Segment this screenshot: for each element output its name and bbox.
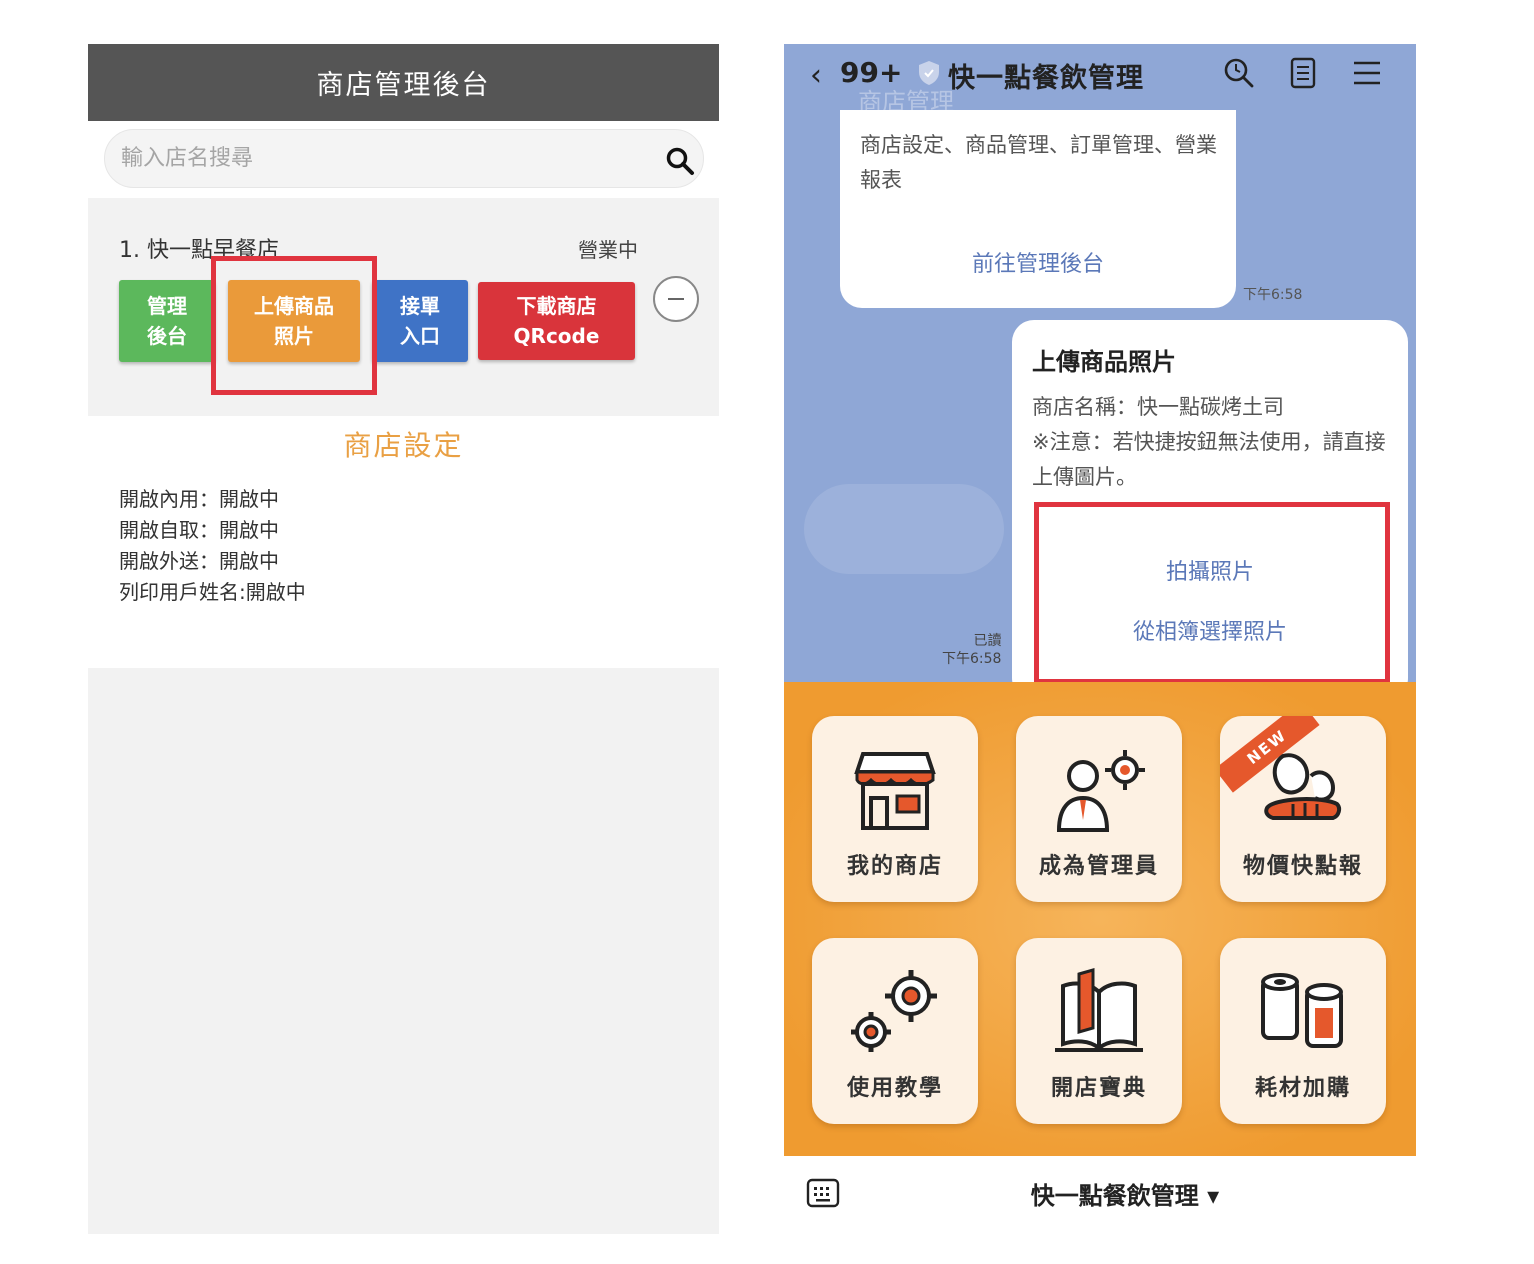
- gears-icon: [851, 970, 937, 1052]
- setting-item: 列印用戶姓名:開啟中: [119, 580, 306, 604]
- setting-item: 開啟自取：開啟中: [119, 518, 279, 542]
- read-receipt: 已讀 下午6:58: [942, 632, 1001, 668]
- search-icon[interactable]: [665, 146, 695, 176]
- admin-button-line2: 後台: [147, 324, 187, 348]
- message-time: 下午6:58: [942, 651, 1002, 667]
- highlight-box-upload: [211, 256, 377, 395]
- tile-store-guide[interactable]: 開店寶典: [1016, 938, 1182, 1124]
- search-input[interactable]: [121, 146, 641, 171]
- page-title: 商店管理後台: [88, 44, 719, 121]
- message-body: 商店名稱：快一點碳烤土司 ※注意：若快捷按鈕無法使用，請直接上傳圖片。: [1032, 390, 1394, 495]
- tile-my-store[interactable]: 我的商店: [812, 716, 978, 902]
- setting-item: 開啟外送：開啟中: [119, 549, 279, 573]
- download-qrcode-button[interactable]: 下載商店 QRcode: [478, 282, 635, 360]
- search-box: [104, 129, 704, 188]
- highlight-box-photo-actions: [1034, 502, 1390, 684]
- vegetables-icon: [1264, 753, 1342, 820]
- tile-label: 耗材加購: [1254, 1076, 1351, 1101]
- line-chat-screen: 商店管理 ‹ 99+ 快一點餐飲管理 商店設定、商品管理、訂單管理、營業報表 前…: [784, 44, 1416, 1234]
- verified-shield-icon: [919, 61, 939, 85]
- store-status: 營業中: [578, 238, 638, 262]
- setting-item: 開啟內用：開啟中: [119, 487, 279, 511]
- store-icon: [854, 752, 936, 830]
- notes-icon[interactable]: [1286, 56, 1320, 90]
- admin-button-line1: 管理: [147, 294, 187, 318]
- paper-rolls-icon: [1261, 973, 1343, 1048]
- settings-title: 商店設定: [343, 429, 464, 462]
- message-bubble-admin: 商店設定、商品管理、訂單管理、營業報表 前往管理後台: [840, 110, 1236, 308]
- tile-supplies[interactable]: 耗材加購: [1220, 938, 1386, 1124]
- search-icon[interactable]: [1222, 56, 1256, 90]
- qr-button-line2: QRcode: [513, 324, 600, 348]
- back-chevron-icon[interactable]: ‹: [810, 58, 822, 93]
- tile-label: 我的商店: [846, 854, 943, 879]
- settings-list: 開啟內用：開啟中 開啟自取：開啟中 開啟外送：開啟中 列印用戶姓名:開啟中: [119, 484, 306, 608]
- order-entry-button[interactable]: 接單 入口: [372, 280, 468, 362]
- notice-line: ※注意：若快捷按鈕無法使用，請直接上傳圖片。: [1032, 430, 1386, 489]
- store-admin-panel: 商店管理後台 1. 快一點早餐店 營業中 管理 後台 上傳商品 照片 接單 入口…: [88, 44, 719, 1234]
- qr-button-line1: 下載商店: [516, 294, 597, 318]
- chat-topbar: ‹ 99+ 快一點餐飲管理: [784, 44, 1416, 102]
- order-button-line1: 接單: [400, 294, 440, 318]
- store-name-line: 商店名稱：快一點碳烤土司: [1032, 395, 1284, 419]
- rich-menu-toggle[interactable]: 快一點餐飲管理 ▾: [784, 1176, 1416, 1211]
- read-label: 已讀: [973, 633, 1002, 649]
- tile-price-report[interactable]: NEW 物價快點報: [1220, 716, 1386, 902]
- tile-label: 使用教學: [846, 1076, 943, 1101]
- admin-person-gear-icon: [1056, 750, 1145, 832]
- store-row: 1. 快一點早餐店 營業中 管理 後台 上傳商品 照片 接單 入口 下載商店 Q…: [88, 204, 719, 416]
- tile-become-admin[interactable]: 成為管理員: [1016, 716, 1182, 902]
- open-book-icon: [1055, 968, 1143, 1053]
- tile-label: 開店寶典: [1050, 1076, 1147, 1101]
- tile-tutorial[interactable]: 使用教學: [812, 938, 978, 1124]
- tile-label: 物價快點報: [1242, 854, 1363, 879]
- tile-label: 成為管理員: [1038, 854, 1159, 879]
- search-bar: [88, 121, 719, 198]
- admin-backend-button[interactable]: 管理 後台: [119, 280, 215, 362]
- go-admin-link[interactable]: 前往管理後台: [840, 246, 1236, 278]
- message-time: 下午6:58: [1243, 287, 1303, 303]
- collapse-minus-icon[interactable]: [653, 276, 699, 322]
- message-title: 上傳商品照片: [1032, 348, 1176, 376]
- background-cloud: [804, 484, 1004, 574]
- chat-title: 快一點餐飲管理: [948, 63, 1144, 94]
- unread-count[interactable]: 99+: [840, 56, 902, 89]
- rich-menu: 我的商店 成為管理員 NEW 物價快點報 使用教學 開店寶典 耗材加購: [784, 682, 1416, 1156]
- store-settings-section: 商店設定 開啟內用：開啟中 開啟自取：開啟中 開啟外送：開啟中 列印用戶姓名:開…: [88, 416, 719, 668]
- message-text: 商店設定、商品管理、訂單管理、營業報表: [860, 133, 1217, 192]
- order-button-line2: 入口: [400, 324, 440, 348]
- chat-bottombar: 快一點餐飲管理 ▾: [784, 1156, 1416, 1234]
- hamburger-menu-icon[interactable]: [1350, 56, 1384, 90]
